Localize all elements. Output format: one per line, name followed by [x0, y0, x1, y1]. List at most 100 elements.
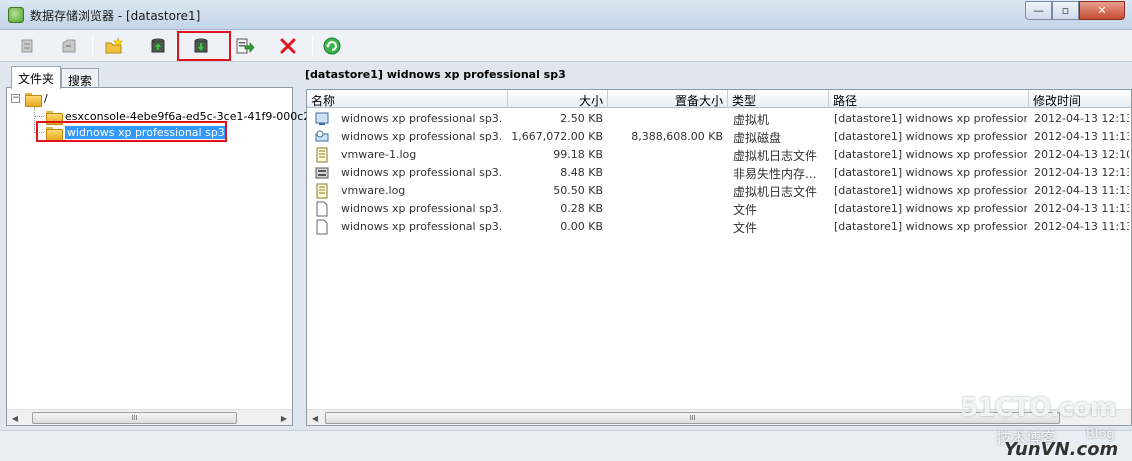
delete-button[interactable]: [275, 34, 301, 58]
watermark-51cto: 51CTO.com: [960, 393, 1117, 423]
cell-type: 文件: [733, 203, 758, 217]
tree-item-label: /: [44, 92, 48, 105]
upload-to-datastore-icon: [151, 38, 165, 53]
table-row[interactable]: widnows xp professional sp3.... 2.50 KB …: [307, 110, 1131, 128]
column-header-type[interactable]: 类型: [728, 90, 829, 108]
virtual-disk-icon: [315, 130, 329, 142]
cell-size: 99.18 KB: [553, 148, 603, 161]
title-bar: 数据存储浏览器 - [datastore1] — ▫ ✕: [0, 0, 1132, 30]
table-row[interactable]: widnows xp professional sp3.... 0.28 KB …: [307, 200, 1131, 218]
file-icon: [316, 201, 328, 217]
app-icon: [8, 7, 24, 23]
cell-size: 0.00 KB: [560, 220, 603, 233]
toolbar-separator: [92, 35, 93, 57]
log-file-icon: [316, 183, 328, 199]
left-tabs: 文件夹 搜索: [11, 66, 100, 89]
new-folder-icon: [105, 37, 123, 54]
tab-folders[interactable]: 文件夹: [11, 66, 62, 89]
table-row[interactable]: vmware.log 50.50 KB 虚拟机日志文件 [datastore1]…: [307, 182, 1131, 200]
collapse-toggle[interactable]: −: [11, 94, 20, 103]
cell-size: 8.48 KB: [560, 166, 603, 179]
column-header-provisioned[interactable]: 置备大小: [608, 90, 728, 108]
cell-type: 虚拟机日志文件: [733, 149, 818, 163]
cell-modified: 2012-04-13 12:10:...: [1034, 148, 1129, 161]
cell-size: 2.50 KB: [560, 112, 603, 125]
upload-to-datastore-button[interactable]: [145, 34, 171, 58]
current-path-title: [datastore1] widnows xp professional sp3: [305, 68, 566, 81]
cell-path: [datastore1] widnows xp professional...: [834, 166, 1027, 179]
scroll-thumb[interactable]: III: [32, 412, 237, 424]
cell-path: [datastore1] widnows xp professional...: [834, 112, 1027, 125]
maximize-button[interactable]: ▫: [1052, 1, 1079, 20]
scroll-left-icon[interactable]: ◀: [7, 410, 23, 426]
cell-name: widnows xp professional sp3....: [341, 130, 501, 143]
scroll-left-icon[interactable]: ◀: [307, 410, 323, 425]
table-row[interactable]: vmware-1.log 99.18 KB 虚拟机日志文件 [datastore…: [307, 146, 1131, 164]
cell-path: [datastore1] widnows xp professional...: [834, 184, 1027, 197]
cell-size: 50.50 KB: [553, 184, 603, 197]
column-header-path[interactable]: 路径: [829, 90, 1029, 108]
folder-icon: [25, 92, 42, 107]
scroll-right-icon[interactable]: ▶: [276, 410, 292, 426]
toolbar-separator: [312, 35, 313, 57]
cell-name: widnows xp professional sp3....: [341, 220, 501, 233]
cell-modified: 2012-04-13 12:13:...: [1034, 112, 1129, 125]
download-disabled-icon: [62, 39, 76, 53]
refresh-icon: [323, 37, 341, 55]
cell-size: 0.28 KB: [560, 202, 603, 215]
close-button[interactable]: ✕: [1079, 1, 1125, 20]
tree-line: [34, 116, 44, 117]
horizontal-scrollbar[interactable]: ◀ III ▶: [7, 409, 292, 425]
cell-type: 非易失性内存...: [733, 167, 817, 181]
delete-icon: [280, 38, 296, 54]
upload-disabled-button[interactable]: [14, 34, 40, 58]
column-header-size[interactable]: 大小: [508, 90, 608, 108]
table-row[interactable]: widnows xp professional sp3.... 1,667,07…: [307, 128, 1131, 146]
log-file-icon: [316, 147, 328, 163]
minimize-button[interactable]: —: [1025, 1, 1052, 20]
cell-modified: 2012-04-13 11:13:...: [1034, 202, 1129, 215]
move-to-inventory-icon: [236, 38, 255, 54]
cell-modified: 2012-04-13 11:13:...: [1034, 220, 1129, 233]
cell-name: widnows xp professional sp3.n...: [341, 166, 501, 179]
upload-disabled-icon: [21, 39, 33, 53]
scroll-thumb[interactable]: III: [325, 412, 1060, 424]
cell-modified: 2012-04-13 12:13:...: [1034, 166, 1129, 179]
toolbar: [0, 30, 1132, 62]
window-title: 数据存储浏览器 - [datastore1]: [30, 9, 201, 23]
folder-tree: − / esxconsole-4ebe9f6a-ed5c-3ce1-41f9-0…: [6, 87, 310, 426]
cell-name: vmware.log: [341, 184, 406, 197]
cell-size: 1,667,072.00 KB: [511, 130, 603, 143]
column-header-row: 名称 大小 置备大小 类型 路径 修改时间: [307, 90, 1131, 108]
download-disabled-button[interactable]: [56, 34, 82, 58]
file-icon: [316, 219, 328, 235]
file-list: 名称 大小 置备大小 类型 路径 修改时间 widnows xp profess…: [306, 89, 1132, 426]
cell-type: 虚拟机: [733, 113, 770, 127]
cell-type: 文件: [733, 221, 758, 235]
tree-item-root[interactable]: /: [25, 90, 48, 107]
vm-icon: [315, 112, 329, 125]
table-row[interactable]: widnows xp professional sp3.... 0.00 KB …: [307, 218, 1131, 236]
highlight-box: [177, 31, 231, 61]
new-folder-button[interactable]: [101, 34, 127, 58]
highlight-box: [36, 121, 227, 142]
tab-search[interactable]: 搜索: [61, 68, 100, 88]
status-bar: [0, 430, 1132, 461]
cell-type: 虚拟机日志文件: [733, 185, 818, 199]
cell-name: widnows xp professional sp3....: [341, 202, 501, 215]
refresh-button[interactable]: [319, 34, 345, 58]
cell-name: widnows xp professional sp3....: [341, 112, 501, 125]
window-controls: — ▫ ✕: [1025, 1, 1125, 20]
folder-panel: 文件夹 搜索 − / esxconsole-4ebe9f6a-ed5c-3ce1…: [6, 66, 310, 426]
cell-modified: 2012-04-13 11:13:...: [1034, 130, 1129, 143]
move-to-inventory-button[interactable]: [232, 34, 258, 58]
column-header-modified[interactable]: 修改时间: [1029, 90, 1131, 108]
cell-path: [datastore1] widnows xp professional...: [834, 220, 1027, 233]
cell-modified: 2012-04-13 11:13:...: [1034, 184, 1129, 197]
cell-type: 虚拟磁盘: [733, 131, 782, 145]
column-header-name[interactable]: 名称: [307, 90, 508, 108]
table-row[interactable]: widnows xp professional sp3.n... 8.48 KB…: [307, 164, 1131, 182]
watermark-yunvn: YunVN.com: [1004, 439, 1119, 460]
cell-name: vmware-1.log: [341, 148, 417, 161]
cell-provisioned: 8,388,608.00 KB: [631, 130, 723, 143]
